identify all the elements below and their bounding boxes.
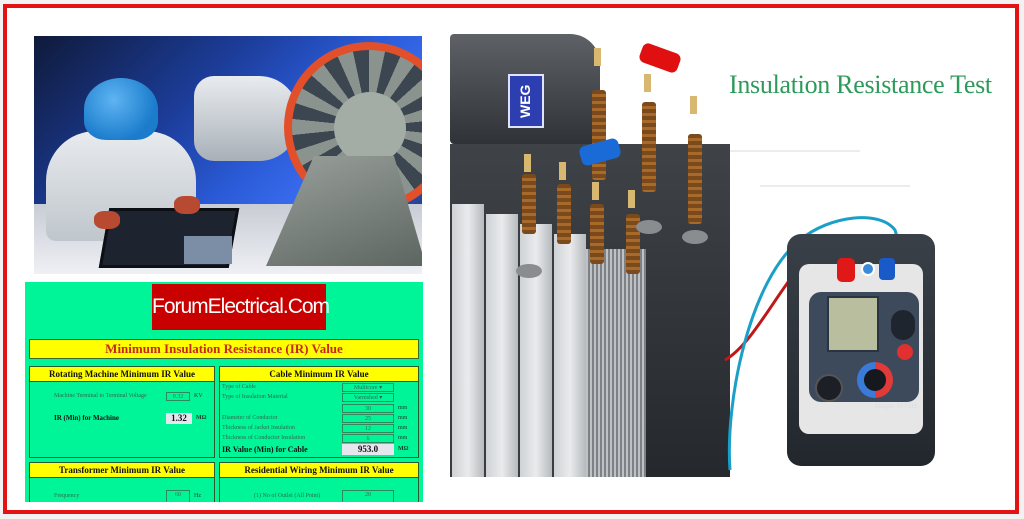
radiator-fins bbox=[586, 249, 646, 477]
bushing bbox=[522, 174, 536, 234]
cable-heading: Cable Minimum IR Value bbox=[220, 367, 418, 382]
transformer-photo: WEG bbox=[450, 34, 730, 477]
unit-mm: mm bbox=[398, 415, 408, 421]
cable-result-label: IR Value (Min) for Cable bbox=[222, 445, 308, 454]
terminal bbox=[690, 96, 697, 114]
machine-result-value: 1.32 bbox=[166, 413, 192, 424]
frequency-unit: Hz bbox=[194, 493, 201, 499]
bushing-base bbox=[682, 230, 708, 244]
bushing-base bbox=[516, 264, 542, 278]
unit-mm: mm bbox=[398, 435, 408, 441]
cable-type-label: Type of Cable bbox=[222, 384, 256, 390]
lcd-display bbox=[827, 296, 879, 352]
radiator-fin bbox=[484, 214, 518, 477]
rotating-machine-heading: Rotating Machine Minimum IR Value bbox=[30, 367, 214, 382]
bushing bbox=[642, 102, 656, 192]
ir-calculator-panel: ForumElectrical.Com Minimum Insulation R… bbox=[25, 282, 423, 502]
terminal bbox=[592, 182, 599, 200]
megger-label: Megger MIT515 bbox=[875, 404, 918, 410]
terminal bbox=[559, 162, 566, 180]
guard-jack bbox=[861, 262, 875, 276]
nav-buttons bbox=[891, 310, 915, 340]
voltage-unit: KV bbox=[194, 393, 203, 399]
outlets-input[interactable]: 20 bbox=[342, 490, 394, 502]
range-selector-knob bbox=[857, 362, 893, 398]
diameter-label: Diameter of Conductor bbox=[222, 415, 278, 421]
chevron-down-icon: ▾ bbox=[379, 385, 383, 391]
terminal bbox=[594, 48, 601, 66]
test-button bbox=[897, 344, 913, 360]
glove-right bbox=[174, 196, 200, 214]
hard-hat-icon bbox=[84, 78, 158, 140]
transformer-heading: Transformer Minimum IR Value bbox=[30, 463, 214, 478]
cable-type-select[interactable]: Multicore ▾ bbox=[342, 383, 394, 392]
radiator-fin bbox=[518, 224, 552, 477]
motor-housing bbox=[194, 76, 299, 161]
instrument-screen bbox=[184, 236, 232, 264]
insulation-type-select[interactable]: Varnished ▾ bbox=[342, 393, 394, 402]
unit-mm: mm bbox=[398, 425, 408, 431]
blue-jack bbox=[879, 258, 895, 280]
page-title: Insulation Resistance Test bbox=[729, 70, 992, 99]
cable-result-value: 953.0 bbox=[342, 444, 394, 455]
bushing bbox=[592, 90, 606, 180]
insulation-type-value: Varnished bbox=[353, 395, 378, 401]
motor-test-photo bbox=[34, 36, 422, 274]
weg-logo: WEG bbox=[508, 74, 544, 128]
faded-text-line bbox=[730, 150, 860, 152]
cable-box: Cable Minimum IR Value Type of Cable Mul… bbox=[219, 366, 419, 458]
faded-text-line bbox=[760, 185, 910, 187]
bushing bbox=[688, 134, 702, 224]
cable-result-unit: MΩ bbox=[398, 446, 409, 452]
jacket-input[interactable]: 12 bbox=[342, 424, 394, 433]
machine-result-label: IR (Min) for Machine bbox=[54, 414, 119, 422]
radiator-fin bbox=[552, 234, 586, 477]
outlets-label: (1) No of Outlet (All Point) bbox=[254, 493, 321, 499]
terminal bbox=[524, 154, 531, 172]
conductor-insulation-label: Thickness of Conductor Insulation bbox=[222, 435, 306, 441]
conductor-insulation-input[interactable]: 6 bbox=[342, 434, 394, 443]
residential-box: Residential Wiring Minimum IR Value (1) … bbox=[219, 462, 419, 502]
glove-left bbox=[94, 211, 120, 229]
terminal bbox=[628, 190, 635, 208]
bushing bbox=[557, 184, 571, 244]
jacket-label: Thickness of Jacket Insulation bbox=[222, 425, 295, 431]
frequency-label: Frequency bbox=[54, 493, 80, 499]
voltage-input[interactable]: 0.32 bbox=[166, 392, 190, 401]
brand-logo: ForumElectrical.Com bbox=[152, 284, 330, 330]
insulation-type-label: Type of Insulation Material bbox=[222, 394, 288, 400]
diameter-input[interactable]: 25 bbox=[342, 414, 394, 423]
unit-mm: mm bbox=[398, 405, 408, 411]
bushing-base bbox=[636, 220, 662, 234]
cable-blank-input[interactable]: 30 bbox=[342, 404, 394, 413]
terminal bbox=[644, 74, 651, 92]
radiator-fin bbox=[450, 204, 484, 477]
transformer-box: Transformer Minimum IR Value Frequency 6… bbox=[29, 462, 215, 502]
red-test-clamp bbox=[637, 41, 683, 75]
voltage-label: Machine Terminal to Terminal Voltage bbox=[54, 393, 147, 399]
cable-type-value: Multicore bbox=[353, 385, 378, 391]
calculator-title: Minimum Insulation Resistance (IR) Value bbox=[29, 339, 419, 359]
red-jack bbox=[837, 258, 855, 282]
chevron-down-icon: ▾ bbox=[379, 395, 383, 401]
bushing bbox=[590, 204, 604, 264]
flywheel-hub bbox=[334, 92, 406, 164]
machine-result-unit: MΩ bbox=[196, 415, 207, 421]
voltage-knob bbox=[815, 374, 843, 402]
megger-tester: Megger MIT515 bbox=[787, 234, 935, 466]
rotating-machine-box: Rotating Machine Minimum IR Value Machin… bbox=[29, 366, 215, 458]
frequency-input[interactable]: 60 bbox=[166, 490, 190, 502]
residential-heading: Residential Wiring Minimum IR Value bbox=[220, 463, 418, 478]
